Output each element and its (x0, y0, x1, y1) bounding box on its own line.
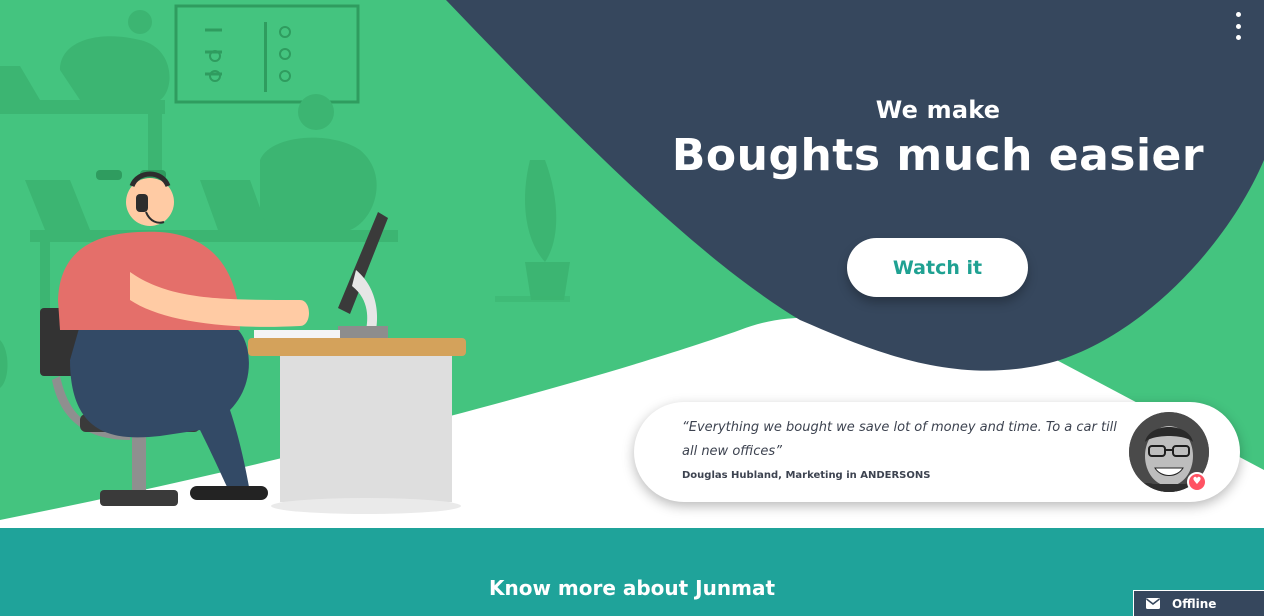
offline-chat-button[interactable]: Offline (1133, 590, 1264, 616)
hero-kicker: We make (875, 96, 1001, 124)
testimonial-quote: “Everything we bought we save lot of mon… (682, 420, 1117, 459)
hero-headline: Boughts much easier (671, 130, 1205, 181)
section-title: Know more about Junmat (488, 576, 775, 600)
kebab-menu-icon[interactable] (1226, 12, 1250, 40)
heart-icon: ♥ (1187, 472, 1207, 492)
hero-section: We make Boughts much easier Watch it “Ev… (0, 0, 1264, 528)
testimonial-author: Douglas Hubland, Marketing in ANDERSONS (682, 470, 931, 481)
chat-status-label: Offline (1172, 596, 1217, 611)
about-section: Know more about Junmat (0, 528, 1264, 616)
envelope-icon (1146, 598, 1160, 609)
testimonial-card: “Everything we bought we save lot of mon… (634, 402, 1240, 502)
watch-it-button[interactable]: Watch it (847, 238, 1028, 297)
